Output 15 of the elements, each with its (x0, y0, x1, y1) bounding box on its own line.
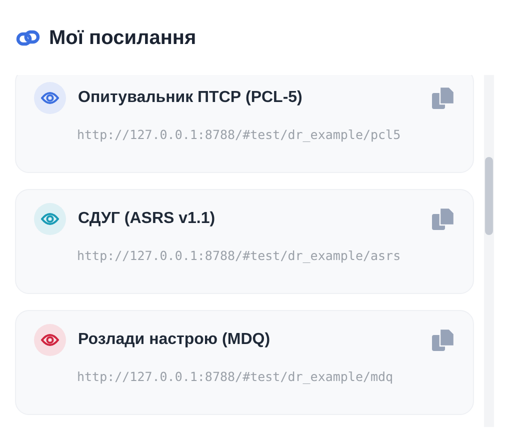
link-url[interactable]: http://127.0.0.1:8788/#test/dr_example/asrs (77, 247, 455, 266)
view-button[interactable] (34, 324, 66, 356)
page-title: Мої посилання (49, 26, 196, 50)
link-url[interactable]: http://127.0.0.1:8788/#test/dr_example/pcl5 (77, 126, 455, 145)
link-title: СДУГ (ASRS v1.1) (78, 209, 216, 229)
scrollbar[interactable] (484, 75, 494, 427)
link-icon (15, 28, 41, 48)
link-url[interactable]: http://127.0.0.1:8788/#test/dr_example/mdq (77, 368, 455, 387)
copy-icon[interactable] (431, 328, 455, 352)
link-title: Опитувальник ПТСР (PCL-5) (78, 88, 302, 108)
copy-icon[interactable] (431, 86, 455, 110)
view-button[interactable] (34, 203, 66, 235)
link-title: Розлади настрою (MDQ) (78, 330, 270, 350)
view-button[interactable] (34, 82, 66, 114)
copy-icon[interactable] (431, 207, 455, 231)
